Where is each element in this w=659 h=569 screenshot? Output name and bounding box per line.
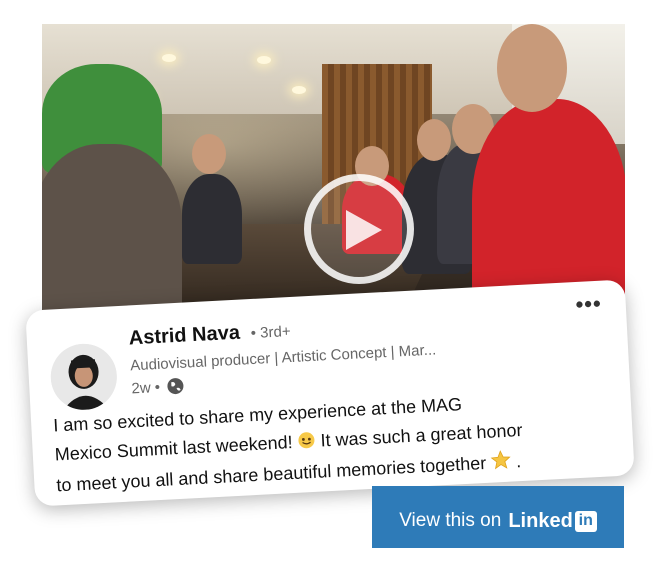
linkedin-logo-box: in: [574, 510, 597, 532]
cta-label: View this on: [399, 510, 502, 531]
smiling-face-emoji-icon: [297, 429, 316, 459]
avatar-portrait-icon: [49, 342, 119, 412]
ceiling-light: [257, 56, 271, 64]
person-seated: [182, 174, 242, 264]
ceiling-light: [292, 86, 306, 94]
post-text-segment: It was such a great honor: [320, 419, 523, 451]
more-options-button[interactable]: •••: [575, 291, 602, 318]
person-head: [497, 24, 567, 112]
video-thumbnail[interactable]: [42, 24, 625, 324]
play-button[interactable]: [304, 174, 414, 284]
post-card: Astrid Nava • 3rd+ Audiovisual producer …: [25, 279, 635, 507]
avatar[interactable]: [49, 342, 119, 412]
author-name[interactable]: Astrid Nava: [128, 322, 240, 351]
post-text: I am so excited to share my experience a…: [53, 382, 617, 502]
linkedin-logo-text: Linked: [508, 509, 573, 532]
person-head: [417, 119, 451, 161]
person-head: [192, 134, 226, 174]
star-emoji-icon: [490, 450, 512, 480]
connection-degree: • 3rd+: [250, 322, 292, 343]
play-icon: [346, 210, 382, 250]
linkedin-logo-icon: Linked in: [508, 509, 597, 533]
ceiling-light: [162, 54, 176, 62]
globe-icon: [167, 378, 184, 395]
post-meta: 2w •: [131, 377, 184, 398]
person-foreground: [42, 144, 182, 324]
view-on-linkedin-button[interactable]: View this on Linked in: [372, 486, 624, 548]
post-text-segment: .: [515, 451, 522, 472]
post-time: 2w •: [131, 378, 161, 397]
